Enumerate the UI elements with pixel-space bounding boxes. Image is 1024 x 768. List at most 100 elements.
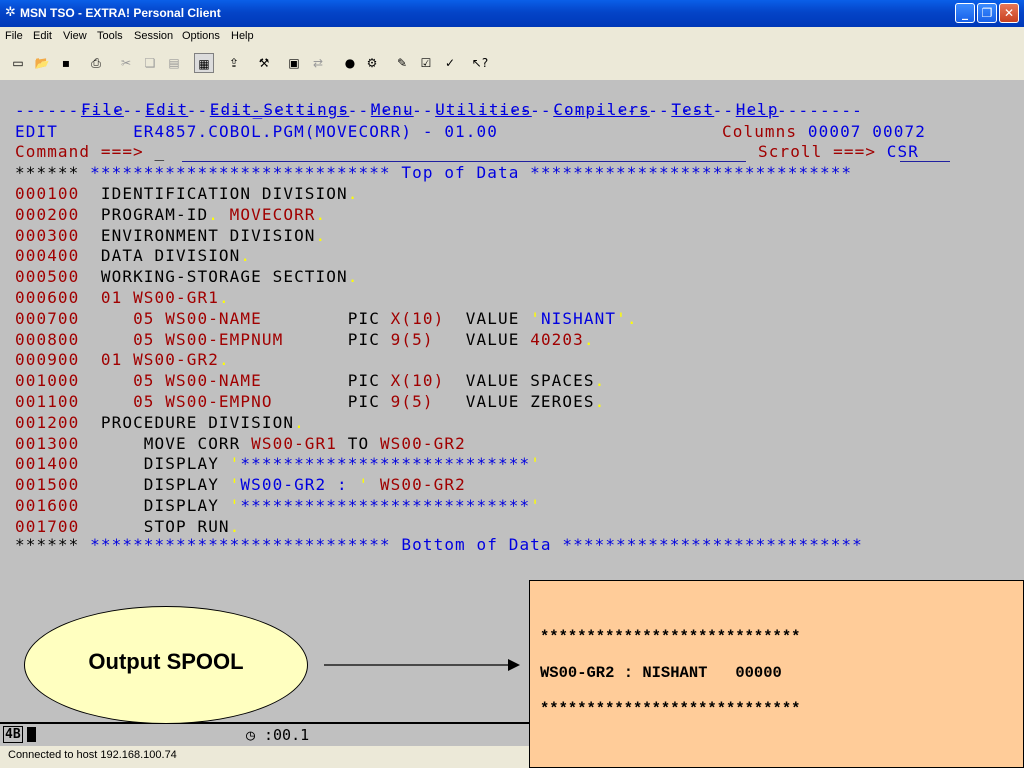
cut-icon[interactable]: ✂ <box>116 53 136 73</box>
settings-icon[interactable]: ✓ <box>440 53 460 73</box>
source-line[interactable]: 001700 STOP RUN. <box>15 517 240 537</box>
new-icon[interactable]: ▭ <box>8 53 28 73</box>
top-of-data: ****** **************************** Top … <box>15 163 853 182</box>
line-number[interactable]: 000100 <box>15 184 79 203</box>
file-transfer-icon[interactable]: ⇄ <box>308 53 328 73</box>
source-line[interactable]: 000100 IDENTIFICATION DIVISION. <box>15 184 358 204</box>
source-line[interactable]: 001100 05 WS00-EMPNO PIC 9(5) VALUE ZERO… <box>15 392 605 412</box>
paste-icon[interactable]: ▤ <box>164 53 184 73</box>
code-text: . <box>208 204 219 224</box>
code-text: 01 WS00-GR2 <box>100 350 219 370</box>
code-text: ENVIRONMENT DIVISION <box>100 225 316 245</box>
save-icon[interactable]: ▪ <box>56 53 76 73</box>
source-line[interactable]: 001600 DISPLAY '************************… <box>15 496 541 516</box>
quickpad-icon[interactable]: ▦ <box>194 53 214 73</box>
code-text: MOVECORR <box>218 204 316 224</box>
source-line[interactable]: 000400 DATA DIVISION. <box>15 246 251 266</box>
scroll-input[interactable]: CSR <box>887 142 919 161</box>
scroll-field-underline <box>900 161 950 162</box>
line-number[interactable]: 001000 <box>15 371 79 390</box>
source-line[interactable]: 000900 01 WS00-GR2. <box>15 350 230 370</box>
open-folder-icon[interactable]: ⇪ <box>224 53 244 73</box>
copy-icon[interactable]: ❏ <box>140 53 160 73</box>
cursor-block <box>27 727 36 742</box>
menu-file[interactable]: File <box>5 30 23 42</box>
source-line[interactable]: 000300 ENVIRONMENT DIVISION. <box>15 226 326 246</box>
line-number[interactable]: 000200 <box>15 205 79 224</box>
dataset-name: ER4857.COBOL.PGM(MOVECORR) - 01.00 <box>133 122 498 141</box>
command-field-underline <box>182 161 746 162</box>
line-number[interactable]: 001500 <box>15 475 79 494</box>
code-text: 01 WS00-GR1 <box>100 288 219 307</box>
callout-arrow <box>324 659 520 671</box>
checklist-icon[interactable]: ☑ <box>416 53 436 73</box>
code-text: ' <box>530 454 541 474</box>
macro-tools-icon[interactable]: ⚒ <box>254 53 274 73</box>
line-number[interactable]: 000500 <box>15 267 79 286</box>
code-text: . <box>594 392 606 411</box>
code-text: 05 WS00-NAME <box>100 308 262 328</box>
code-text: PROGRAM-ID <box>100 204 209 224</box>
source-line[interactable]: 000200 PROGRAM-ID. MOVECORR. <box>15 205 326 225</box>
ispf-separator: ----------------------------------------… <box>15 101 863 120</box>
source-line[interactable]: 001000 05 WS00-NAME PIC X(10) VALUE SPAC… <box>15 371 605 391</box>
source-line[interactable]: 001400 DISPLAY '************************… <box>15 454 541 474</box>
line-number[interactable]: 001700 <box>15 517 79 536</box>
maximize-button[interactable]: ❐ <box>977 3 997 23</box>
source-line[interactable]: 000600 01 WS00-GR1. <box>15 288 230 308</box>
help-pointer-icon[interactable]: ↖? <box>470 53 490 73</box>
code-text: WS00-GR1 <box>251 433 338 453</box>
macro-run-icon[interactable]: ⚙ <box>362 53 382 73</box>
open-icon[interactable]: 📂 <box>32 53 52 73</box>
menu-view[interactable]: View <box>63 30 87 42</box>
line-number[interactable]: 000400 <box>15 246 79 265</box>
source-line[interactable]: 001300 MOVE CORR WS00-GR1 TO WS00-GR2 <box>15 434 466 454</box>
line-number[interactable]: 000900 <box>15 350 79 369</box>
menu-edit[interactable]: Edit <box>33 30 52 42</box>
print-icon[interactable]: ⎙ <box>86 53 106 73</box>
code-text: STOP RUN <box>100 516 230 536</box>
code-text: X(10) <box>390 308 445 328</box>
command-input[interactable]: _ <box>155 142 166 161</box>
title-bar[interactable]: ✲ MSN TSO - EXTRA! Personal Client _ ❐ ✕ <box>0 0 1024 27</box>
code-text: ' <box>229 454 241 474</box>
record-icon[interactable]: ● <box>340 53 360 73</box>
code-text: ' <box>358 475 370 495</box>
line-number[interactable]: 001100 <box>15 392 79 411</box>
code-text: . <box>315 204 327 224</box>
source-line[interactable]: 000700 05 WS00-NAME PIC X(10) VALUE 'NIS… <box>15 309 638 329</box>
line-number[interactable]: 001200 <box>15 413 79 432</box>
line-number[interactable]: 000300 <box>15 226 79 245</box>
code-text: . <box>594 371 606 391</box>
source-line[interactable]: 001200 PROCEDURE DIVISION. <box>15 413 305 433</box>
code-text: ' <box>616 308 627 328</box>
source-line[interactable]: 000800 05 WS00-EMPNUM PIC 9(5) VALUE 402… <box>15 330 595 350</box>
output-spool-callout: Output SPOOL <box>24 606 308 724</box>
line-number[interactable]: 001600 <box>15 496 79 515</box>
menu-help[interactable]: Help <box>231 30 254 42</box>
line-number[interactable]: 001400 <box>15 454 79 473</box>
close-button[interactable]: ✕ <box>999 3 1019 23</box>
code-text: . <box>229 516 241 536</box>
edit-macro-icon[interactable]: ✎ <box>392 53 412 73</box>
code-text: VALUE <box>444 308 531 328</box>
source-line[interactable]: 000500 WORKING-STORAGE SECTION. <box>15 267 358 287</box>
line-number[interactable]: 001300 <box>15 434 79 453</box>
code-text: IDENTIFICATION DIVISION <box>100 184 348 203</box>
columns-indicator: Columns 00007 00072 <box>722 122 926 141</box>
line-number[interactable]: 000800 <box>15 330 79 349</box>
line-number[interactable]: 000600 <box>15 288 79 307</box>
line-number[interactable]: 000700 <box>15 309 79 328</box>
minimize-button[interactable]: _ <box>955 3 975 23</box>
code-text: . <box>315 225 327 245</box>
keyboard-map-icon[interactable]: ▣ <box>284 53 304 73</box>
source-line[interactable]: 001500 DISPLAY 'WS00-GR2 : ' WS00-GR2 <box>15 475 466 495</box>
code-text: VALUE <box>433 329 531 349</box>
code-text: TO <box>337 433 380 453</box>
menu-options[interactable]: Options <box>182 30 220 42</box>
code-text: NISHANT <box>540 308 617 328</box>
code-text: . <box>626 308 638 328</box>
app-icon[interactable]: ✲ <box>5 5 16 20</box>
menu-tools[interactable]: Tools <box>97 30 123 42</box>
menu-session[interactable]: Session <box>134 30 173 42</box>
